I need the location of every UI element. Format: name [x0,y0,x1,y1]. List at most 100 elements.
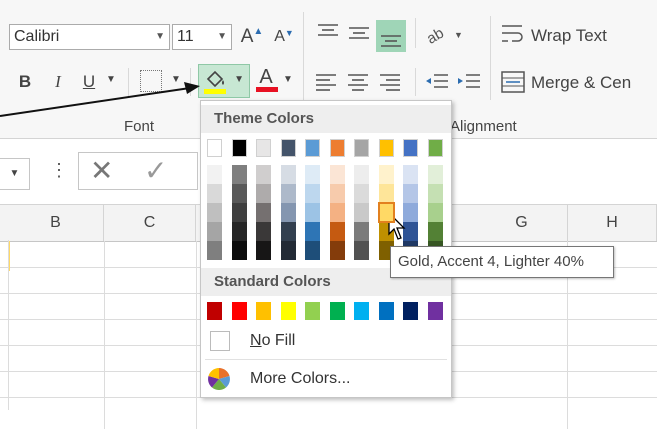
annotation-arrow [0,82,200,117]
wrap-text-button[interactable]: Wrap Text [531,26,607,46]
theme-shade-swatch[interactable] [231,222,247,241]
standard-color-swatch[interactable] [207,302,222,320]
decrease-indent-icon[interactable] [424,72,450,92]
theme-shade-swatch[interactable] [305,222,320,241]
theme-shade-swatch[interactable] [256,222,271,241]
more-colors-item[interactable]: More Colors... [202,362,450,396]
align-right-icon[interactable] [378,72,402,92]
theme-shade-swatch[interactable] [329,203,345,222]
no-fill-rest: o Fill [261,332,296,349]
theme-shade-swatch[interactable] [378,165,394,184]
theme-shade-swatch[interactable] [280,222,296,241]
theme-shade-swatch[interactable] [403,184,418,203]
theme-shade-swatch[interactable] [207,222,222,241]
theme-color-swatch[interactable] [354,139,369,157]
theme-shade-swatch[interactable] [280,203,296,222]
merge-center-button[interactable]: Merge & Cen [531,73,631,93]
theme-shade-swatch[interactable] [207,241,222,260]
column-header-g[interactable]: G [476,205,568,241]
theme-shade-swatch[interactable] [256,165,271,184]
caret-up-icon: ▲ [253,26,264,37]
color-wheel-icon [208,368,230,390]
theme-color-swatch[interactable] [256,139,271,157]
standard-color-swatch[interactable] [305,302,320,320]
theme-shade-swatch[interactable] [207,184,222,203]
standard-color-swatch[interactable] [231,302,247,320]
column-header-b[interactable]: B [8,205,104,241]
divider [415,18,416,48]
align-left-icon[interactable] [314,72,338,92]
theme-shade-swatch[interactable] [427,203,443,222]
theme-color-swatch[interactable] [378,139,394,157]
enter-icon[interactable]: ✓ [144,154,167,187]
theme-shade-swatch[interactable] [231,165,247,184]
standard-color-swatch[interactable] [354,302,369,320]
chevron-down-icon[interactable]: ▼ [217,25,227,49]
theme-shade-swatch[interactable] [427,184,443,203]
theme-shade-swatch[interactable] [231,241,247,260]
column-header-h[interactable]: H [568,205,657,241]
theme-shade-swatch[interactable] [231,203,247,222]
theme-shade-swatch[interactable] [280,165,296,184]
caret-down-icon: ▼ [284,28,294,38]
theme-color-swatch[interactable] [305,139,320,157]
theme-color-swatch[interactable] [231,139,247,157]
theme-shade-swatch[interactable] [427,222,443,241]
theme-shade-swatch[interactable] [378,184,394,203]
more-options-icon[interactable]: ⋮ [50,160,68,181]
theme-shade-swatch[interactable] [256,241,271,260]
theme-color-swatch[interactable] [207,139,222,157]
chevron-down-icon[interactable]: ▼ [155,25,165,49]
theme-shade-swatch[interactable] [354,203,369,222]
theme-shade-swatch[interactable] [256,184,271,203]
font-color-button[interactable]: A [256,66,278,92]
theme-shade-swatch[interactable] [305,184,320,203]
color-tooltip: Gold, Accent 4, Lighter 40% [390,246,614,278]
theme-color-swatch[interactable] [329,139,345,157]
theme-shade-swatch[interactable] [231,184,247,203]
middle-align-icon[interactable] [347,22,371,42]
theme-shade-swatch[interactable] [354,165,369,184]
theme-shade-swatch[interactable] [207,165,222,184]
cancel-icon[interactable]: ✕ [90,154,113,187]
theme-shade-swatch[interactable] [354,222,369,241]
standard-color-swatch[interactable] [403,302,418,320]
theme-shade-swatch[interactable] [280,241,296,260]
standard-color-swatch[interactable] [256,302,271,320]
standard-color-swatch[interactable] [378,302,394,320]
theme-shade-swatch[interactable] [427,165,443,184]
standard-color-swatch[interactable] [427,302,443,320]
font-name-combo[interactable]: Calibri ▼ [9,24,170,50]
theme-shade-swatch[interactable] [329,222,345,241]
theme-shade-swatch[interactable] [354,241,369,260]
bottom-align-button[interactable] [376,20,406,52]
name-box-dropdown[interactable]: ▼ [0,158,30,190]
increase-font-size-button[interactable]: A▲ [240,26,264,48]
column-header-c[interactable]: C [104,205,196,241]
chevron-down-icon[interactable]: ▼ [282,74,294,85]
theme-shade-swatch[interactable] [305,241,320,260]
theme-shade-swatch[interactable] [280,184,296,203]
theme-shade-swatch[interactable] [403,165,418,184]
orientation-icon[interactable]: ab ▼ [424,22,464,46]
theme-shade-swatch[interactable] [256,203,271,222]
theme-color-swatch[interactable] [403,139,418,157]
theme-color-swatch[interactable] [280,139,296,157]
top-align-icon[interactable] [316,22,340,42]
theme-shade-swatch[interactable] [207,203,222,222]
theme-color-swatch[interactable] [427,139,443,157]
align-center-icon[interactable] [346,72,370,92]
decrease-font-size-button[interactable]: A▼ [272,28,296,46]
no-fill-item[interactable]: No Fill [202,324,450,358]
theme-shade-swatch[interactable] [354,184,369,203]
increase-indent-icon[interactable] [456,72,482,92]
standard-color-swatch[interactable] [329,302,345,320]
theme-shade-swatch[interactable] [329,184,345,203]
theme-shade-swatch[interactable] [305,165,320,184]
theme-shade-swatch[interactable] [377,202,395,223]
theme-shade-swatch[interactable] [305,203,320,222]
standard-color-swatch[interactable] [280,302,296,320]
theme-shade-swatch[interactable] [329,241,345,260]
theme-shade-swatch[interactable] [329,165,345,184]
font-size-combo[interactable]: 11 ▼ [172,24,232,50]
